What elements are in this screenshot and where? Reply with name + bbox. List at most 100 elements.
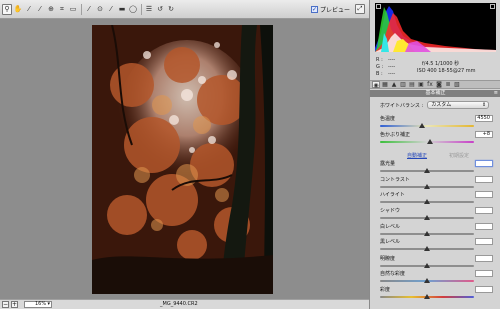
adjustment-brush-icon[interactable]: ⁄ [106,4,116,15]
zoom-level-select[interactable]: 16% ▾ [24,301,52,308]
slider-value-field[interactable] [475,207,493,214]
lens-corrections-tab-icon[interactable]: ▣ [417,81,425,88]
histogram [375,3,496,52]
zoom-out-button[interactable]: − [2,301,9,308]
section-header: 基本補正 ≡ [370,90,500,97]
image-canvas[interactable] [0,19,369,299]
slider-thumb[interactable] [424,184,430,189]
g-label: G : [376,64,384,70]
slider-thumb[interactable] [424,246,430,251]
zoom-level: 16% [35,301,47,307]
slider-value-field[interactable]: 4550 [475,115,493,122]
slider-label: 明瞭度 [380,256,396,262]
slider-value-field[interactable] [475,255,493,262]
slider-thumb[interactable] [424,199,430,204]
histogram-graph [375,6,496,52]
g-value: ---- [388,64,396,70]
slider-label: コントラスト [380,177,410,183]
aperture-shutter-info: f/4.5 1/1000 秒 [422,61,460,67]
slider-value-field[interactable]: +8 [475,131,493,138]
hand-icon[interactable]: ✋ [13,4,23,15]
slider-label: 露光量 [380,161,396,167]
slider-track[interactable] [380,125,474,127]
section-title: 基本補正 [425,90,446,96]
spot-removal-icon[interactable]: ⁄ [84,4,94,15]
white-balance-row: ホワイトバランス : カスタム ⇕ [380,101,497,109]
adjustment-panel: R : ---- G : ---- B : ---- f/4.5 1/1000 … [369,0,500,309]
slider-label: 白レベル [380,224,401,230]
basic-tab-icon[interactable]: ◉ [372,81,380,89]
straighten-icon[interactable]: ▭ [68,4,78,15]
color-sampler-icon[interactable]: ⁄ [35,4,45,15]
fullscreen-icon[interactable]: ⤢ [355,4,365,14]
slider-value-field[interactable] [475,286,493,293]
default-link[interactable]: 初期設定 [449,152,469,159]
slider-value-field[interactable] [475,223,493,230]
photo-preview [92,25,273,294]
split-toning-tab-icon[interactable]: ▤ [408,81,416,88]
white-balance-select[interactable]: カスタム ⇕ [427,101,490,109]
slider-thumb[interactable] [424,278,430,283]
white-balance-icon[interactable]: ⁄ [24,4,34,15]
white-balance-label: ホワイトバランス : [380,102,424,109]
autumn-foliage-image [92,25,273,294]
slider-value-field[interactable] [475,238,493,245]
b-label: B : [376,71,383,77]
red-eye-icon[interactable]: ⊙ [95,4,105,15]
toolbar-divider [141,3,142,15]
slider-value-field[interactable] [475,270,493,277]
slider-thumb[interactable] [424,294,430,299]
chevron-down-icon: ▾ [47,301,50,307]
preview-toggle[interactable]: ✓ プレビュー ⤢ [310,4,365,14]
targeted-adjustment-icon[interactable]: ⊕ [46,4,56,15]
iso-lens-info: ISO 400 18-55@27 mm [417,68,476,74]
preview-label: プレビュー [319,6,350,14]
auto-link[interactable]: 自動補正 [407,152,427,159]
rotate-cw-icon[interactable]: ↻ [166,4,176,15]
slider-thumb[interactable] [419,123,426,128]
highlight-clipping-warning-icon[interactable] [490,4,495,9]
slider-label: 彩度 [380,287,391,293]
slider-value-field[interactable] [475,160,493,167]
zoom-in-button[interactable]: + [11,301,18,308]
tone-curve-tab-icon[interactable]: ▦ [381,81,389,88]
panel-tabs: ◉ ▦ ▲ ▥ ▤ ▣ fx ◙ ≣ ▧ [370,80,500,89]
r-label: R : [376,57,383,63]
slider-thumb[interactable] [424,231,430,236]
toolbar: ⚲ ✋ ⁄ ⁄ ⊕ ⌗ ▭ ⁄ ⊙ ⁄ ▬ ◯ ☰ ↺ ↻ ✓ プレビュー ⤢ [0,0,369,19]
slider-thumb[interactable] [426,139,433,144]
toolbar-divider [81,3,82,15]
slider-label: 黒レベル [380,239,401,245]
slider-label: ハイライト [380,192,405,198]
effects-tab-icon[interactable]: fx [426,81,434,88]
detail-tab-icon[interactable]: ▲ [390,81,398,88]
slider-thumb[interactable] [424,263,430,268]
hsl-tab-icon[interactable]: ▥ [399,81,407,88]
slider-thumb[interactable] [424,215,430,220]
rotate-ccw-icon[interactable]: ↺ [155,4,165,15]
slider-label: 色温度 [380,116,396,122]
chevron-updown-icon: ⇕ [481,102,487,108]
white-balance-value: カスタム [431,102,452,108]
preferences-icon[interactable]: ☰ [144,4,154,15]
file-name: _MG_9440.CR2 [160,301,198,307]
shadow-clipping-warning-icon[interactable] [376,4,381,9]
presets-tab-icon[interactable]: ≣ [444,81,452,88]
zoom-icon[interactable]: ⚲ [2,3,12,15]
status-bar: − + 16% ▾ _MG_9440.CR2 [0,299,369,309]
graduated-filter-icon[interactable]: ▬ [117,4,127,15]
b-value: ---- [388,71,396,77]
slider-value-field[interactable] [475,176,493,183]
slider-thumb[interactable] [424,168,430,173]
camera-calibration-tab-icon[interactable]: ◙ [435,81,443,88]
slider-value-field[interactable] [475,191,493,198]
slider-label: 色かぶり補正 [380,132,411,138]
panel-menu-icon[interactable]: ≡ [494,90,498,97]
slider-label: シャドウ [380,208,401,214]
preview-checkbox[interactable]: ✓ [310,5,318,13]
radial-filter-icon[interactable]: ◯ [128,4,138,15]
camera-raw-window: ⚲ ✋ ⁄ ⁄ ⊕ ⌗ ▭ ⁄ ⊙ ⁄ ▬ ◯ ☰ ↺ ↻ ✓ プレビュー ⤢ [0,0,500,309]
crop-icon[interactable]: ⌗ [57,4,67,15]
snapshots-tab-icon[interactable]: ▧ [453,81,461,88]
r-value: ---- [388,57,396,63]
